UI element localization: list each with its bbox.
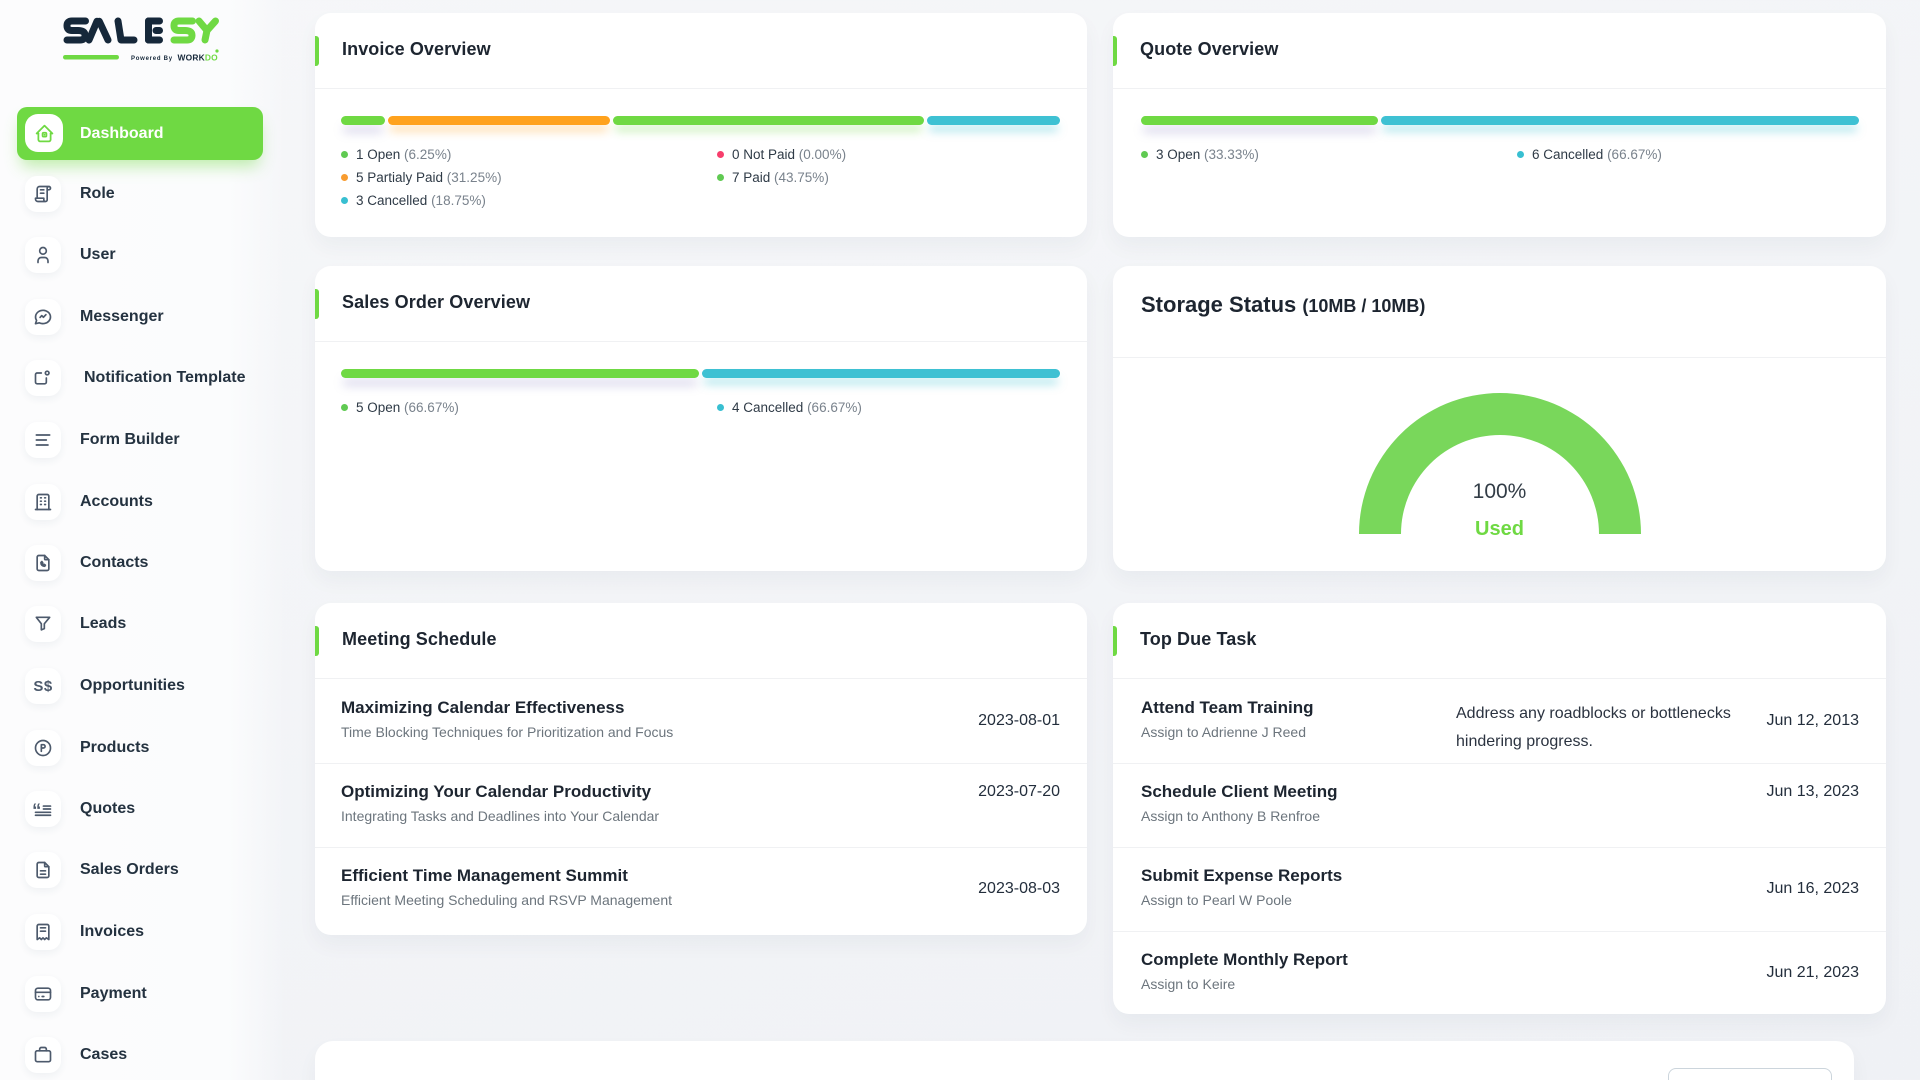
svg-text:Powered By: Powered By: [131, 56, 173, 62]
svg-text:WORKDO: WORKDO: [178, 52, 219, 62]
svg-text:“: “: [33, 800, 41, 820]
